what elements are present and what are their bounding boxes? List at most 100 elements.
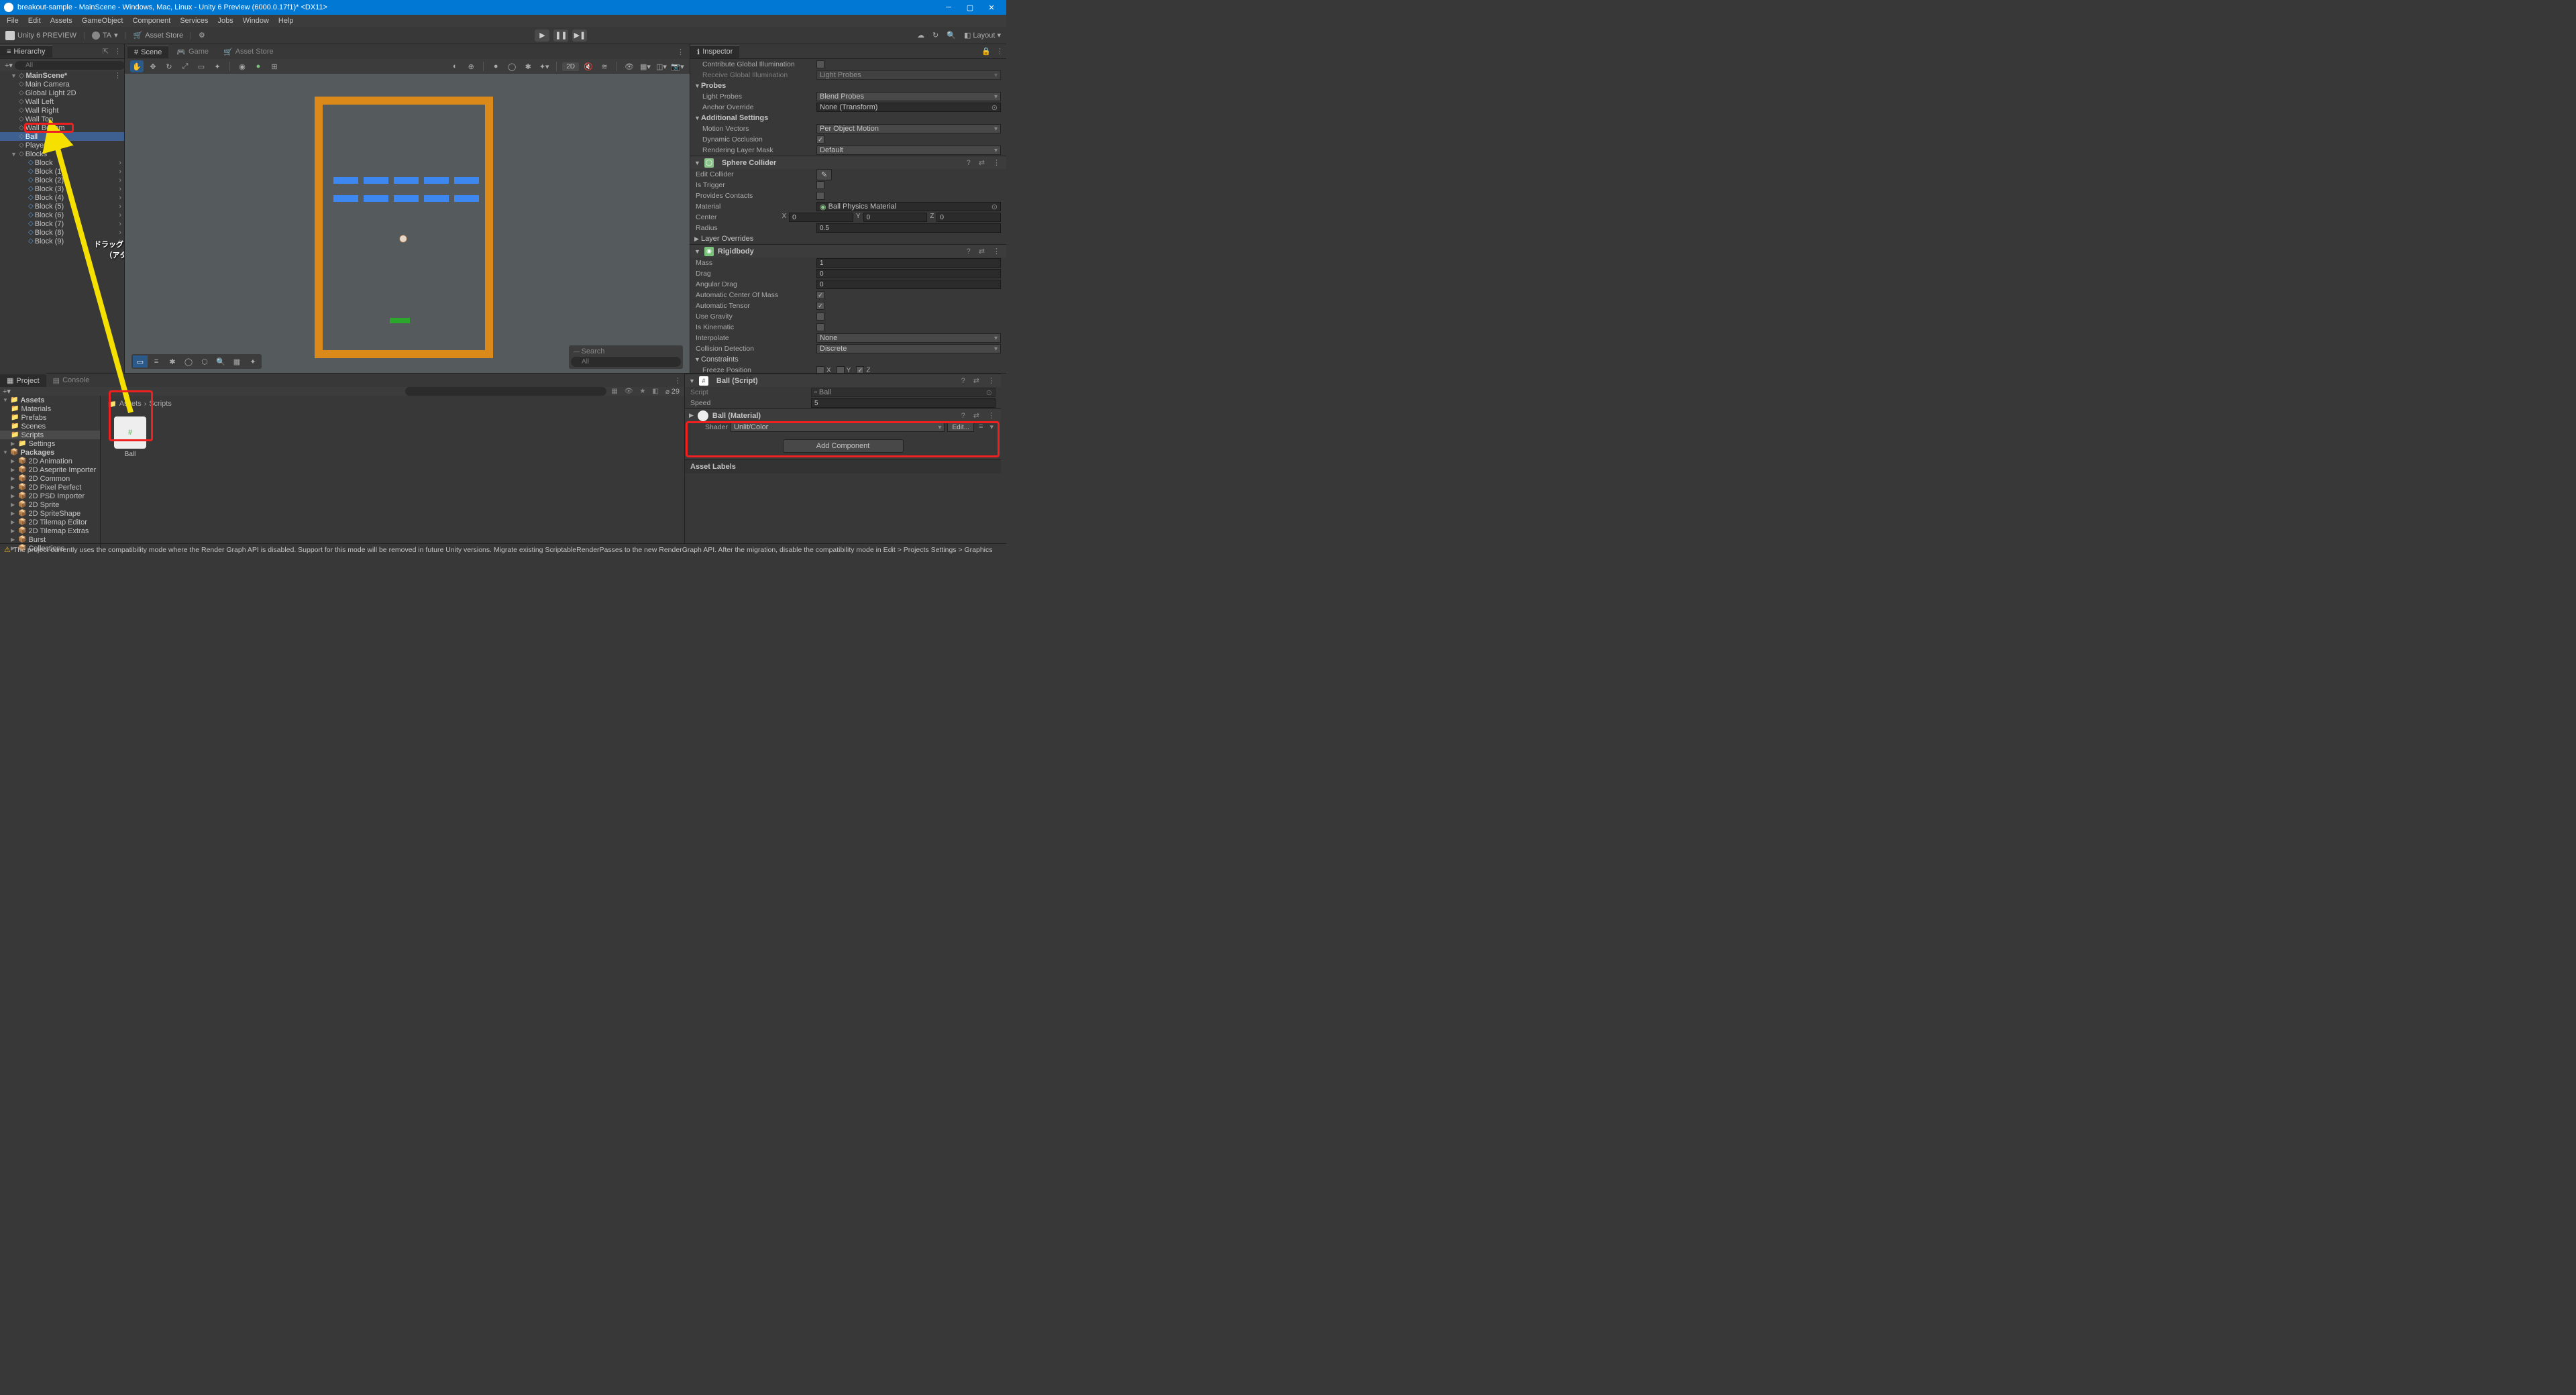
center-z[interactable] (936, 213, 1001, 222)
tool-icon[interactable]: ▭ (133, 355, 148, 368)
play-button[interactable]: ▶ (535, 30, 549, 42)
gizmos-icon[interactable]: ◫▾ (655, 60, 668, 72)
tool-icon[interactable]: ≡ (149, 355, 164, 368)
pause-button[interactable]: ❚❚ (553, 30, 568, 42)
breadcrumb[interactable]: 📁Assets › Scripts (103, 398, 682, 410)
console-tab[interactable]: ▤ Console (46, 374, 97, 387)
hierarchy-item[interactable]: ◇ Global Light 2D (0, 89, 124, 97)
shader-edit-button[interactable]: Edit... (947, 423, 974, 432)
preset-icon[interactable]: ⇄ (977, 158, 987, 167)
help-icon[interactable]: ? (965, 159, 973, 167)
provides-check[interactable] (816, 192, 824, 200)
menu-window[interactable]: Window (239, 17, 273, 25)
kebab-icon[interactable]: ⋮ (991, 158, 1002, 167)
grid-icon[interactable]: ▦▾ (639, 60, 652, 72)
asset-store-button[interactable]: 🛒 Asset Store (133, 31, 184, 40)
help-icon[interactable]: ? (959, 412, 967, 420)
folder-item[interactable]: ▶📦2D Tilemap Extras (0, 526, 100, 535)
preset-icon[interactable]: ⇄ (971, 376, 981, 385)
hierarchy-item[interactable]: ◇ Block (0, 158, 124, 167)
global-toggle[interactable]: ● (252, 60, 265, 72)
panel-menu-icon[interactable]: ⋮ (672, 376, 684, 385)
hand-tool[interactable]: ✋ (130, 60, 144, 72)
search-icon[interactable]: 🔍 (947, 31, 956, 40)
2d-toggle[interactable]: 2D (562, 62, 579, 71)
help-icon[interactable]: ? (965, 247, 973, 256)
center-x[interactable] (789, 213, 853, 222)
angular-drag-input[interactable] (816, 280, 1001, 289)
rigidbody-header[interactable]: ▼ ◉ Rigidbody ? ⇄ ⋮ (690, 244, 1006, 258)
hierarchy-item[interactable]: ◇ Block (5) (0, 202, 124, 211)
star-icon[interactable]: ★ (638, 388, 648, 395)
project-add-button[interactable]: +▾ (3, 387, 11, 396)
filter-icon[interactable]: ▦ (609, 388, 619, 395)
tool-icon[interactable]: ▦ (229, 355, 244, 368)
folder-packages[interactable]: ▼📦Packages (0, 448, 100, 457)
tool-icon[interactable]: ◯ (181, 355, 196, 368)
inspector-menu-icon[interactable]: ⋮ (994, 47, 1006, 56)
material-objref[interactable]: ◉Ball Physics Material⊙ (816, 202, 1001, 211)
hierarchy-search[interactable] (15, 61, 125, 70)
folder-assets[interactable]: ▼📁Assets (0, 396, 100, 404)
hierarchy-item[interactable]: ◇ Block (4) (0, 193, 124, 202)
fx-icon[interactable]: ✱ (521, 60, 535, 72)
step-button[interactable]: ▶❚ (572, 30, 587, 42)
freeze-pos-x[interactable] (816, 366, 824, 373)
ball-script-header[interactable]: ▼ # Ball (Script) ? ⇄ ⋮ (685, 374, 1001, 387)
hierarchy-item[interactable]: ◇ Block (2) (0, 176, 124, 184)
freeze-pos-y[interactable] (837, 366, 845, 373)
hierarchy-item[interactable]: ◇ Wall Bottom (0, 123, 124, 132)
hierarchy-item[interactable]: ◇ Block (1) (0, 167, 124, 176)
inspector-lock-icon[interactable]: 🔒 (979, 47, 994, 56)
hierarchy-item[interactable]: ◇ Wall Left (0, 97, 124, 106)
snap-toggle[interactable]: ⊞ (268, 60, 281, 72)
anchor-objref[interactable]: None (Transform)⊙ (816, 103, 1001, 112)
project-search[interactable] (405, 387, 606, 396)
occlusion-check[interactable] (816, 135, 824, 144)
folder-item[interactable]: ▶📦2D Tilemap Editor (0, 518, 100, 526)
hierarchy-item[interactable]: ◇ Main Camera (0, 80, 124, 89)
motion-dropdown[interactable]: Per Object Motion (816, 124, 1001, 133)
hierarchy-add-button[interactable]: +▾ (3, 61, 15, 70)
menu-services[interactable]: Services (176, 17, 212, 25)
sound-icon[interactable]: 🔇 (582, 60, 595, 72)
tool-icon[interactable]: ✦ (246, 355, 260, 368)
preset-icon[interactable]: ⇄ (971, 411, 981, 420)
hierarchy-item[interactable]: ◇ Block (3) (0, 184, 124, 193)
hierarchy-item-ball[interactable]: ◇ Ball (0, 132, 124, 141)
tool-icon[interactable]: ✱ (165, 355, 180, 368)
mass-input[interactable] (816, 258, 1001, 268)
folder-item[interactable]: 📁Scenes (0, 422, 100, 431)
transform-tool[interactable]: ✦ (211, 60, 224, 72)
sphere-collider-header[interactable]: ▼ ◯ Sphere Collider ? ⇄ ⋮ (690, 156, 1006, 169)
shader-dropdown[interactable]: Unlit/Color (731, 423, 945, 432)
kebab-icon[interactable]: ⋮ (985, 411, 997, 420)
kebab-icon[interactable]: ⋮ (991, 247, 1002, 256)
folder-item[interactable]: ▶📦2D Common (0, 474, 100, 483)
history-icon[interactable]: ↻ (932, 31, 938, 40)
hierarchy-link-icon[interactable]: ⇱ (100, 47, 111, 56)
folder-item[interactable]: ▶📁Settings (0, 439, 100, 448)
folder-item[interactable]: 📁Prefabs (0, 413, 100, 422)
hierarchy-item[interactable]: ◇ Wall Top (0, 115, 124, 123)
folder-item[interactable]: ▶📦2D Pixel Perfect (0, 483, 100, 492)
auto-center-check[interactable] (816, 291, 824, 299)
additional-header[interactable]: Additional Settings (701, 114, 768, 122)
rotate-tool[interactable]: ↻ (162, 60, 176, 72)
hierarchy-item[interactable]: ◇ Block (7) (0, 219, 124, 228)
folder-scripts[interactable]: 📁Scripts (0, 431, 100, 439)
tool-icon[interactable]: ⬡ (197, 355, 212, 368)
menu-help[interactable]: Help (274, 17, 298, 25)
hierarchy-menu-icon[interactable]: ⋮ (111, 47, 124, 56)
light-probes-dropdown[interactable]: Blend Probes (816, 92, 1001, 101)
lines-icon[interactable]: ≡ (977, 423, 985, 432)
folder-item[interactable]: ▶📦2D SpriteShape (0, 509, 100, 518)
folder-item[interactable]: 📁Materials (0, 404, 100, 413)
dropdown-icon[interactable]: ▾ (987, 423, 996, 432)
folder-item[interactable]: ▶📦2D Aseprite Importer (0, 465, 100, 474)
trigger-check[interactable] (816, 181, 824, 189)
gi-contribute-check[interactable] (816, 60, 824, 68)
hierarchy-item-blocks[interactable]: ▼◇ Blocks (0, 150, 124, 158)
rect-tool[interactable]: ▭ (195, 60, 208, 72)
radius-input[interactable] (816, 223, 1001, 233)
